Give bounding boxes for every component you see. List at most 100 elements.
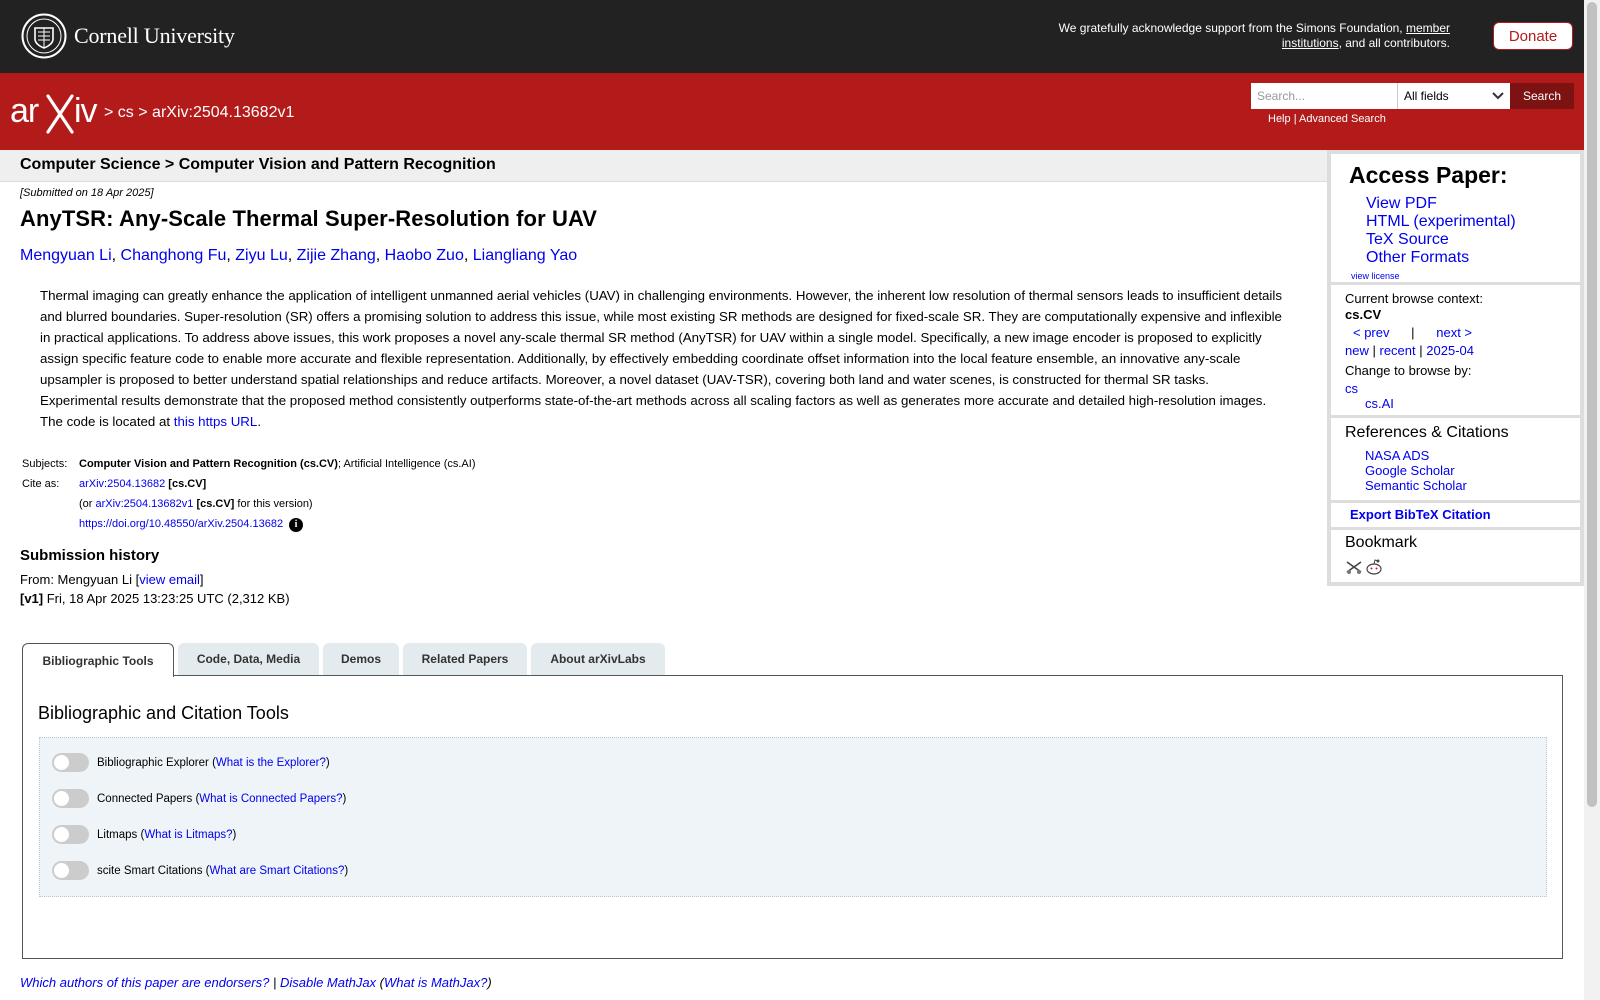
bibliographic-explorer-toggle[interactable] bbox=[52, 753, 89, 772]
view-email-link[interactable]: view email bbox=[139, 572, 200, 587]
bookmark-title: Bookmark bbox=[1345, 534, 1418, 551]
search-field-select[interactable]: All fields bbox=[1397, 83, 1510, 109]
arxiv-header: ar iv > cs > arXiv:2504.13682v1 Search..… bbox=[0, 73, 1584, 150]
disable-mathjax-link[interactable]: Disable MathJax bbox=[280, 975, 376, 990]
panel-title: Bibliographic and Citation Tools bbox=[38, 703, 289, 723]
semantic-scholar-link[interactable]: Semantic Scholar bbox=[1365, 478, 1467, 493]
tool-info-link[interactable]: What is Connected Papers? bbox=[199, 793, 342, 805]
author-link[interactable]: Mengyuan Li bbox=[20, 247, 112, 264]
doi-link[interactable]: https://doi.org/10.48550/arXiv.2504.1368… bbox=[79, 518, 283, 530]
support-suffix: , and all contributors. bbox=[1338, 36, 1450, 50]
other-formats-link[interactable]: Other Formats bbox=[1366, 249, 1469, 266]
empty-label bbox=[20, 496, 77, 516]
tab-related-papers[interactable]: Related Papers bbox=[403, 643, 527, 675]
donate-button[interactable]: Donate bbox=[1493, 22, 1573, 50]
field-selected-value: All fields bbox=[1404, 89, 1449, 103]
html-link[interactable]: HTML (experimental) bbox=[1366, 213, 1516, 230]
tool-row: Connected Papers (What is Connected Pape… bbox=[52, 789, 346, 808]
access-paper-box: Access Paper: View PDF HTML (experimenta… bbox=[1331, 154, 1580, 282]
tab-about-arxivlabs[interactable]: About arXivLabs bbox=[531, 643, 665, 675]
support-text: We gratefully acknowledge support from t… bbox=[1030, 21, 1450, 51]
arxiv-logo-icon[interactable]: ar iv bbox=[10, 92, 102, 134]
references-title: References & Citations bbox=[1345, 424, 1509, 441]
browse-csai-link[interactable]: cs.AI bbox=[1365, 396, 1394, 411]
what-mathjax-link[interactable]: What is MathJax? bbox=[384, 975, 487, 990]
next-link[interactable]: next > bbox=[1436, 325, 1472, 340]
tab-demos[interactable]: Demos bbox=[323, 643, 399, 675]
tool-name: Litmaps bbox=[97, 828, 138, 841]
tab-bibliographic-tools[interactable]: Bibliographic Tools bbox=[22, 643, 174, 677]
browse-context-label: Current browse context: bbox=[1345, 291, 1484, 306]
doi-value: https://doi.org/10.48550/arXiv.2504.1368… bbox=[77, 516, 478, 536]
footer-separator: | bbox=[272, 975, 277, 990]
endorsers-link[interactable]: Which authors of this paper are endorser… bbox=[20, 975, 269, 990]
connected-papers-toggle[interactable] bbox=[52, 789, 89, 808]
cornell-logo[interactable]: Cornell University bbox=[21, 13, 235, 59]
author-link[interactable]: Zijie Zhang bbox=[297, 247, 376, 264]
help-link[interactable]: Help bbox=[1268, 113, 1291, 125]
author-link[interactable]: Ziyu Lu bbox=[235, 247, 287, 264]
tex-source-link[interactable]: TeX Source bbox=[1366, 231, 1449, 248]
browse-cs-link[interactable]: cs bbox=[1345, 381, 1358, 396]
tool-info-link[interactable]: What is Litmaps? bbox=[144, 829, 232, 841]
author-link[interactable]: Changhong Fu bbox=[121, 247, 227, 264]
google-scholar-link[interactable]: Google Scholar bbox=[1365, 463, 1455, 478]
cite-tag: [cs.CV] bbox=[168, 478, 207, 490]
history-from: From: Mengyuan Li [view email] bbox=[20, 572, 204, 587]
submitted-date: [Submitted on 18 Apr 2025] bbox=[20, 187, 154, 199]
tab-code-data-media[interactable]: Code, Data, Media bbox=[178, 643, 319, 675]
nasa-ads-link[interactable]: NASA ADS bbox=[1365, 448, 1429, 463]
scrollbar[interactable] bbox=[1584, 0, 1600, 1000]
cite-version-link[interactable]: arXiv:2504.13682v1 bbox=[96, 498, 194, 510]
abstract-end: . bbox=[257, 414, 262, 429]
abstract-url-link[interactable]: this https URL bbox=[174, 414, 258, 429]
subject-heading: Computer Science > Computer Vision and P… bbox=[20, 156, 496, 173]
author-link[interactable]: Liangliang Yao bbox=[473, 247, 577, 264]
new-link[interactable]: new bbox=[1345, 343, 1369, 358]
author-separator: , bbox=[111, 247, 121, 264]
bibtex-box: Export BibTeX Citation bbox=[1331, 503, 1580, 527]
recent-link[interactable]: recent bbox=[1380, 343, 1416, 358]
references-box: References & Citations NASA ADS Google S… bbox=[1331, 418, 1580, 500]
cite-value: arXiv:2504.13682 [cs.CV] bbox=[77, 476, 478, 496]
tool-row: scite Smart Citations (What are Smart Ci… bbox=[52, 861, 348, 880]
scrollbar-thumb[interactable] bbox=[1587, 2, 1597, 807]
tool-info-link[interactable]: What is the Explorer? bbox=[216, 757, 326, 769]
reddit-icon[interactable] bbox=[1365, 558, 1383, 576]
cite-or: (or bbox=[79, 498, 93, 510]
prev-link[interactable]: < prev bbox=[1353, 325, 1390, 340]
advanced-search-link[interactable]: Advanced Search bbox=[1299, 113, 1386, 125]
sidebar: Access Paper: View PDF HTML (experimenta… bbox=[1327, 150, 1584, 586]
cornell-seal-icon bbox=[21, 13, 67, 59]
author-separator: , bbox=[287, 247, 297, 264]
month-link[interactable]: 2025-04 bbox=[1426, 343, 1474, 358]
cite-version-row: (or arXiv:2504.13682v1 [cs.CV] for this … bbox=[20, 496, 478, 516]
abstract-text: Thermal imaging can greatly enhance the … bbox=[40, 288, 1282, 429]
tool-row: Bibliographic Explorer (What is the Expl… bbox=[52, 753, 330, 772]
cite-id-link[interactable]: arXiv:2504.13682 bbox=[79, 478, 165, 490]
search-button[interactable]: Search bbox=[1510, 83, 1574, 109]
tab-panel: Bibliographic and Citation Tools Bibliog… bbox=[22, 675, 1563, 959]
crumb-separator: > bbox=[104, 104, 114, 121]
tools-box: Bibliographic Explorer (What is the Expl… bbox=[39, 737, 1547, 897]
author-list: Mengyuan Li, Changhong Fu, Ziyu Lu, Ziji… bbox=[20, 247, 577, 265]
search-input[interactable]: Search... bbox=[1251, 83, 1397, 109]
tool-name: Bibliographic Explorer bbox=[97, 756, 209, 769]
info-icon[interactable]: i bbox=[289, 518, 304, 532]
view-license-link[interactable]: view license bbox=[1351, 271, 1400, 281]
bookmark-icons bbox=[1345, 558, 1383, 576]
scite-toggle[interactable] bbox=[52, 861, 89, 880]
tool-name: Connected Papers bbox=[97, 792, 193, 805]
crumb-cs[interactable]: cs bbox=[118, 104, 134, 121]
subject-primary: Computer Vision and Pattern Recognition … bbox=[79, 458, 338, 470]
tool-info-link[interactable]: What are Smart Citations? bbox=[209, 865, 344, 877]
export-bibtex-link[interactable]: Export BibTeX Citation bbox=[1350, 507, 1491, 522]
prev-next-nav: < prev | next > bbox=[1353, 325, 1472, 340]
bibsonomy-icon[interactable] bbox=[1345, 558, 1363, 576]
litmaps-toggle[interactable] bbox=[52, 825, 89, 844]
subject-secondary: ; Artificial Intelligence (cs.AI) bbox=[337, 458, 476, 470]
view-pdf-link[interactable]: View PDF bbox=[1366, 195, 1437, 212]
author-link[interactable]: Haobo Zuo bbox=[385, 247, 464, 264]
crumb-separator: > bbox=[138, 104, 148, 121]
browse-context-value: cs.CV bbox=[1345, 307, 1382, 322]
